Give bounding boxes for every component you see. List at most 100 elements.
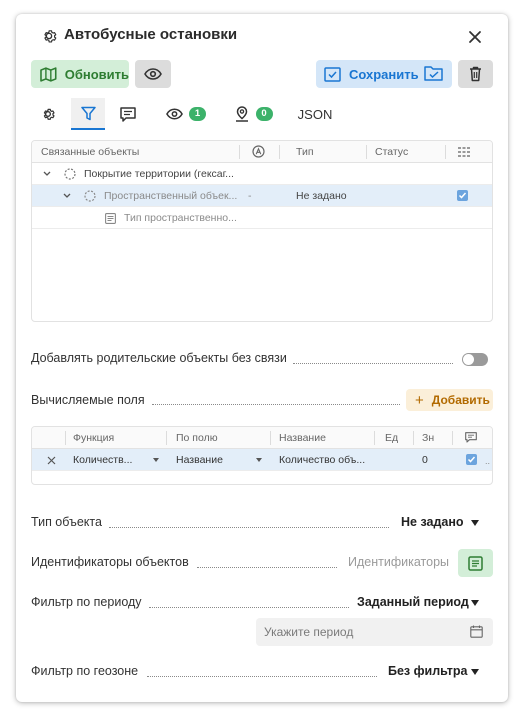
calc-field-value: 0 — [422, 454, 428, 466]
column-header-field: По полю — [176, 432, 218, 444]
period-filter-row: Фильтр по периоду Заданный период — [31, 591, 493, 615]
table-row[interactable]: Покрытие территории (гексаг... — [32, 163, 492, 185]
chevron-down-icon[interactable] — [63, 193, 71, 199]
column-divider — [366, 145, 367, 159]
table-row[interactable]: Пространственный объек... - Не задано — [32, 185, 492, 207]
column-header-related: Связанные объекты — [41, 146, 140, 158]
geozone-filter-value[interactable]: Без фильтра — [388, 664, 467, 678]
tab-bar: 1 0 JSON — [31, 98, 493, 130]
column-divider — [374, 431, 375, 445]
row-name: Покрытие территории (гексаг... — [84, 168, 234, 180]
save-button[interactable]: Сохранить — [316, 60, 452, 88]
toolbar: Обновить Сохранить — [16, 59, 508, 91]
dashed-circle-icon — [84, 190, 96, 202]
object-ids-row: Идентификаторы объектов Идентификаторы — [31, 551, 493, 575]
identifiers-list-button[interactable] — [458, 549, 493, 577]
table-header: Функция По полю Название Ед Зн — [32, 427, 492, 449]
close-icon[interactable] — [464, 26, 486, 48]
map-icon — [40, 66, 57, 82]
delete-button[interactable] — [458, 60, 493, 88]
column-divider — [270, 431, 271, 445]
column-header-type: Тип — [296, 146, 314, 158]
preview-button[interactable] — [135, 60, 171, 88]
table-row[interactable]: Тип пространственно... — [32, 207, 492, 229]
chevron-down-icon[interactable] — [256, 458, 262, 462]
table-row[interactable]: Количеств... Название Количество объ... … — [32, 449, 492, 471]
location-count-badge: 0 — [255, 107, 273, 121]
check-icon — [458, 192, 467, 199]
related-objects-table: Связанные объекты Тип Статус Покрытие те… — [31, 140, 493, 322]
row-checkbox[interactable] — [457, 190, 468, 201]
leader-dots — [197, 567, 337, 568]
column-header-value: Зн — [422, 432, 435, 444]
column-divider — [65, 431, 66, 445]
add-calc-field-button[interactable]: + Добавить — [406, 389, 493, 411]
column-divider — [445, 145, 446, 159]
column-divider — [239, 145, 240, 159]
period-input[interactable]: Укажите период — [256, 618, 493, 646]
gear-icon — [44, 30, 57, 43]
location-pin-icon — [235, 106, 248, 122]
chevron-down-icon[interactable] — [471, 600, 479, 606]
comment-icon — [465, 432, 477, 443]
eye-icon — [144, 68, 162, 80]
parent-objects-toggle[interactable] — [462, 353, 488, 366]
document-type-icon — [105, 213, 116, 224]
list-document-icon — [468, 555, 483, 571]
save-button-label: Сохранить — [349, 66, 419, 82]
tab-filter[interactable] — [71, 98, 105, 130]
refresh-button-label: Обновить — [64, 66, 129, 82]
object-type-label: Тип объекта — [31, 515, 102, 529]
tab-visibility[interactable]: 1 — [155, 98, 217, 130]
column-header-unit: Ед — [385, 432, 399, 444]
window-title: Автобусные остановки — [64, 26, 238, 43]
leader-dots — [109, 527, 389, 528]
tab-comments[interactable] — [111, 98, 145, 130]
tab-location[interactable]: 0 — [223, 98, 283, 130]
field-select[interactable]: Название — [176, 454, 223, 466]
chevron-down-icon[interactable] — [471, 520, 479, 526]
calc-field-name[interactable]: Количество объ... — [279, 454, 365, 466]
settings-panel: Автобусные остановки Обновить Сохранить — [16, 14, 508, 702]
folder-check-icon[interactable] — [424, 64, 444, 82]
row-name: Пространственный объек... — [104, 190, 238, 202]
column-header-name: Название — [279, 432, 326, 444]
geozone-filter-label: Фильтр по геозоне — [31, 664, 139, 678]
column-header-status: Статус — [375, 146, 409, 158]
chevron-down-icon[interactable] — [153, 458, 159, 462]
leader-dots — [147, 676, 377, 677]
more-dots: .. — [485, 456, 491, 466]
geozone-filter-row: Фильтр по геозоне Без фильтра — [31, 660, 493, 684]
tab-json[interactable]: JSON — [293, 98, 337, 130]
trash-icon — [470, 66, 481, 82]
parent-objects-setting: Добавлять родительские объекты без связи — [31, 348, 493, 370]
object-type-value[interactable]: Не задано — [401, 515, 464, 529]
column-divider — [413, 431, 414, 445]
add-button-label: Добавить — [431, 393, 490, 407]
row-checkbox[interactable] — [466, 454, 477, 465]
column-divider — [279, 145, 280, 159]
object-ids-input[interactable]: Идентификаторы — [348, 555, 449, 569]
visibility-count-badge: 1 — [189, 107, 206, 121]
leader-dots — [149, 607, 349, 608]
row-name: Тип пространственно... — [124, 212, 237, 224]
save-check-icon — [324, 66, 341, 82]
tab-settings[interactable] — [31, 98, 65, 130]
filter-icon — [80, 106, 96, 120]
chevron-down-icon[interactable] — [471, 669, 479, 675]
object-ids-label: Идентификаторы объектов — [31, 555, 189, 569]
function-select[interactable]: Количеств... — [73, 454, 132, 466]
auto-a-icon[interactable] — [252, 145, 265, 158]
period-filter-value[interactable]: Заданный период — [357, 595, 469, 609]
column-header-function: Функция — [73, 432, 115, 444]
remove-row-icon[interactable] — [47, 456, 56, 465]
leader-dots — [152, 404, 400, 405]
column-divider — [452, 431, 453, 445]
refresh-button[interactable]: Обновить — [31, 60, 129, 88]
columns-icon[interactable] — [458, 147, 470, 157]
leader-dots — [293, 363, 453, 364]
chevron-down-icon[interactable] — [43, 171, 51, 177]
period-input-placeholder: Укажите период — [264, 625, 354, 639]
calendar-icon[interactable] — [470, 625, 483, 638]
object-type-row: Тип объекта Не задано — [31, 511, 493, 535]
